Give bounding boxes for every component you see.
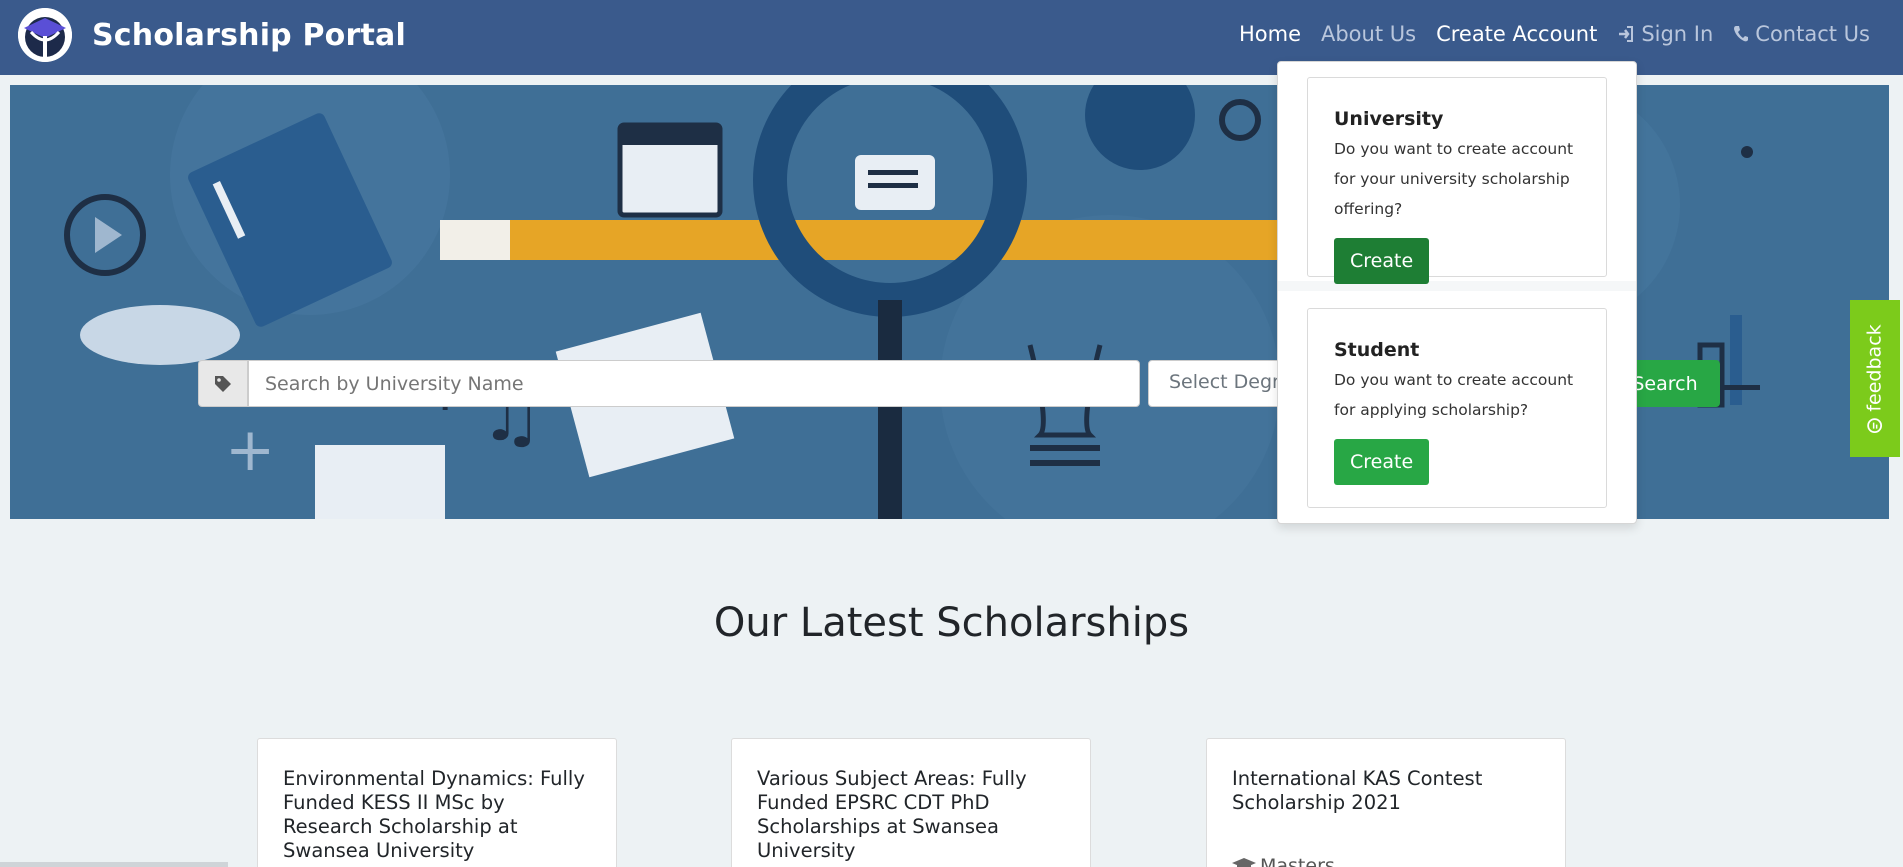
scholarship-card[interactable]: Environmental Dynamics: Fully Funded KES… [257,738,617,867]
nav-sign-in-label: Sign In [1641,22,1714,46]
university-account-card: University Do you want to create account… [1307,77,1607,284]
student-account-card: Student Do you want to create account fo… [1307,308,1607,508]
svg-text:+: + [225,415,275,485]
chat-icon [1867,417,1883,433]
scholarship-card-title[interactable]: Environmental Dynamics: Fully Funded KES… [283,767,592,863]
student-card-title: Student [1334,339,1420,361]
create-account-dropdown: University Do you want to create account… [1277,61,1637,524]
brand-title: Scholarship Portal [92,17,406,53]
tag-icon [198,360,248,407]
graduation-cap-icon [18,8,72,62]
create-student-account-button[interactable]: Create [1334,439,1430,485]
nav-home[interactable]: Home [1239,22,1301,46]
nav-about[interactable]: About Us [1321,22,1416,46]
graduation-cap-icon [1232,858,1256,867]
horizontal-scrollbar[interactable] [0,862,228,867]
nav-create-account[interactable]: Create Account [1436,22,1597,46]
latest-scholarships-heading: Our Latest Scholarships [713,600,1190,646]
scholarship-card[interactable]: Various Subject Areas: Fully Funded EPSR… [731,738,1091,867]
student-card-description: Do you want to create account for applyi… [1334,371,1574,419]
scholarship-card[interactable]: International KAS Contest Scholarship 20… [1206,738,1566,867]
university-card-description: Do you want to create account for your u… [1334,140,1574,218]
nav-sign-in[interactable]: Sign In [1617,22,1713,46]
university-search-input[interactable] [248,360,1140,407]
university-card-title: University [1334,108,1444,130]
phone-icon [1734,26,1749,42]
main-nav: Home About Us Create Account Sign In Con… [1239,22,1870,46]
degree-label: Masters [1260,855,1335,867]
create-university-account-button[interactable]: Create [1334,238,1430,284]
scholarship-card-title[interactable]: International KAS Contest Scholarship 20… [1232,767,1541,815]
feedback-tab[interactable]: feedback [1850,300,1900,457]
feedback-label: feedback [1864,323,1886,412]
sign-in-icon [1619,26,1634,42]
search-bar [198,360,1140,407]
degree-meta: Masters [1232,855,1541,867]
scholarship-card-title[interactable]: Various Subject Areas: Fully Funded EPSR… [757,767,1066,863]
nav-contact[interactable]: Contact Us [1733,22,1870,46]
nav-contact-label: Contact Us [1755,22,1870,46]
brand[interactable]: Scholarship Portal [18,8,406,62]
